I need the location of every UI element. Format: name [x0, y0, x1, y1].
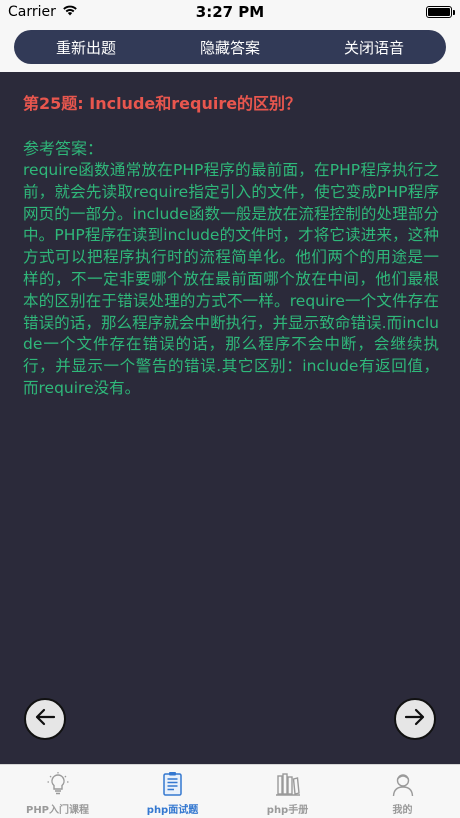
answer-text: require函数通常放在PHP程序的最前面，在PHP程序执行之前，就会先读取r… — [23, 161, 439, 397]
status-left: Carrier — [8, 4, 78, 20]
battery-icon — [426, 6, 455, 18]
previous-question-button[interactable] — [24, 698, 66, 740]
tab-label: php面试题 — [146, 805, 199, 816]
tab-mine[interactable]: 我的 — [345, 765, 460, 818]
hide-answer-button[interactable]: 隐藏答案 — [158, 37, 302, 58]
user-icon — [390, 771, 416, 797]
carrier-label: Carrier — [8, 4, 56, 20]
wifi-icon — [62, 4, 78, 20]
mute-voice-button[interactable]: 关闭语音 — [302, 37, 446, 58]
question-content: 第25题: Include和require的区别？ 参考答案： require函… — [0, 72, 460, 764]
arrow-right-icon — [404, 706, 426, 732]
tab-label: PHP入门课程 — [25, 805, 90, 816]
tab-bar: PHP入门课程 php面试题 php手册 我的 — [0, 764, 460, 818]
tab-php-manual[interactable]: php手册 — [230, 765, 345, 818]
question-title: 第25题: Include和require的区别？ — [23, 94, 302, 113]
tab-php-interview[interactable]: php面试题 — [115, 765, 230, 818]
header-area: 重新出题 隐藏答案 关闭语音 — [0, 24, 460, 72]
lightbulb-icon — [45, 771, 71, 797]
question-toolbar: 重新出题 隐藏答案 关闭语音 — [14, 30, 446, 64]
status-bar: Carrier 3:27 PM — [0, 0, 460, 24]
tab-label: php手册 — [266, 805, 309, 816]
books-icon — [275, 771, 301, 797]
arrow-left-icon — [34, 706, 56, 732]
answer-label: 参考答案： — [23, 139, 104, 158]
document-icon — [160, 771, 186, 797]
tab-label: 我的 — [392, 805, 413, 816]
tab-php-course[interactable]: PHP入门课程 — [0, 765, 115, 818]
regenerate-question-button[interactable]: 重新出题 — [14, 37, 158, 58]
next-question-button[interactable] — [394, 698, 436, 740]
